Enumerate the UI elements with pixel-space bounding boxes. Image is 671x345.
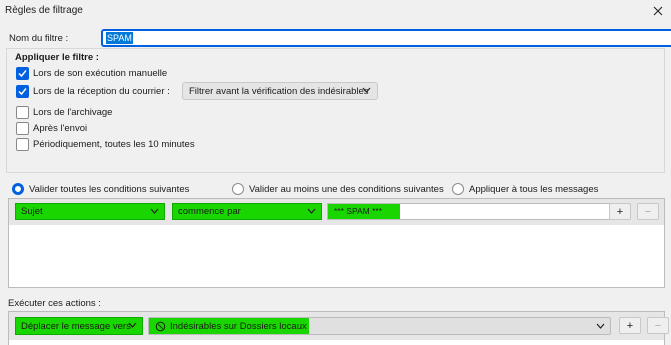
checkmark-icon	[18, 87, 27, 95]
checkbox-after-send[interactable]	[16, 121, 29, 135]
remove-action-button[interactable]: −	[647, 317, 669, 334]
action-folder-value: Indésirables sur Dossiers locaux	[170, 320, 307, 332]
option-periodic[interactable]: Périodiquement, toutes les 10 minutes	[16, 137, 195, 151]
option-archive-label: Lors de l'archivage	[33, 106, 113, 118]
option-archive[interactable]: Lors de l'archivage	[16, 105, 112, 119]
filter-name-label: Nom du filtre :	[9, 33, 69, 44]
checkmark-icon	[18, 69, 27, 77]
checkbox-manual[interactable]	[16, 66, 29, 80]
option-periodic-label: Périodiquement, toutes les 10 minutes	[33, 138, 195, 150]
add-action-button[interactable]: +	[619, 317, 641, 334]
close-icon	[653, 6, 663, 16]
chevron-down-icon	[362, 87, 371, 93]
condition-operator-value: commence par	[178, 206, 241, 217]
match-all-option[interactable]: Valider toutes les conditions suivantes	[12, 182, 189, 196]
apply-filter-group: Appliquer le filtre : Lors de son exécut…	[6, 48, 665, 173]
filter-name-value: SPAM	[106, 32, 133, 44]
option-manual[interactable]: Lors de son exécution manuelle	[16, 66, 167, 80]
radio-match-every[interactable]	[452, 183, 464, 195]
add-condition-button[interactable]: +	[609, 203, 631, 220]
option-manual-label: Lors de son exécution manuelle	[33, 67, 168, 79]
actions-label: Exécuter ces actions :	[8, 298, 101, 309]
conditions-list: Sujet commence par *** SPAM *** + −	[8, 198, 665, 288]
actions-list: Déplacer le message vers Indésirables su…	[8, 311, 669, 345]
action-folder-select[interactable]: Indésirables sur Dossiers locaux	[148, 317, 611, 335]
condition-value-text: *** SPAM ***	[328, 204, 400, 219]
match-every-label: Appliquer à tous les messages	[469, 183, 599, 195]
option-reception[interactable]: Lors de la réception du courrier : Filtr…	[16, 82, 378, 100]
condition-operator-select[interactable]: commence par	[172, 203, 322, 220]
chevron-down-icon	[128, 322, 137, 328]
condition-field-select[interactable]: Sujet	[15, 203, 165, 220]
reception-timing-dropdown[interactable]: Filtrer avant la vérification des indési…	[182, 82, 378, 100]
match-any-option[interactable]: Valider au moins une des conditions suiv…	[232, 182, 444, 196]
radio-match-any[interactable]	[232, 183, 244, 195]
filter-name-input[interactable]: SPAM	[102, 30, 671, 46]
checkbox-archive[interactable]	[16, 105, 29, 119]
action-folder-highlight: Indésirables sur Dossiers locaux	[149, 318, 309, 334]
title-bar: Règles de filtrage	[0, 0, 671, 22]
junk-folder-icon	[155, 321, 166, 331]
match-any-label: Valider au moins une des conditions suiv…	[249, 183, 444, 195]
apply-filter-title: Appliquer le filtre :	[15, 52, 99, 63]
action-type-select[interactable]: Déplacer le message vers	[15, 317, 143, 335]
option-reception-label: Lors de la réception du courrier :	[33, 85, 170, 97]
action-type-value: Déplacer le message vers	[21, 320, 131, 332]
action-row: Déplacer le message vers Indésirables su…	[9, 312, 669, 340]
match-all-label: Valider toutes les conditions suivantes	[29, 183, 190, 195]
condition-field-value: Sujet	[21, 206, 43, 217]
option-after-send[interactable]: Après l'envoi	[16, 121, 87, 135]
chevron-down-icon	[307, 208, 316, 214]
reception-timing-value: Filtrer avant la vérification des indési…	[189, 85, 369, 97]
chevron-down-icon	[150, 208, 159, 214]
radio-match-all[interactable]	[12, 183, 24, 195]
option-after-send-label: Après l'envoi	[33, 122, 88, 134]
remove-condition-button[interactable]: −	[637, 203, 659, 220]
close-button[interactable]	[649, 2, 667, 20]
checkbox-periodic[interactable]	[16, 137, 29, 151]
condition-row: Sujet commence par *** SPAM *** + −	[9, 199, 664, 225]
condition-value-input[interactable]: *** SPAM ***	[327, 203, 610, 220]
chevron-down-icon	[596, 323, 605, 329]
checkbox-reception[interactable]	[16, 84, 29, 98]
window-title: Règles de filtrage	[5, 5, 83, 16]
match-every-option[interactable]: Appliquer à tous les messages	[452, 182, 598, 196]
